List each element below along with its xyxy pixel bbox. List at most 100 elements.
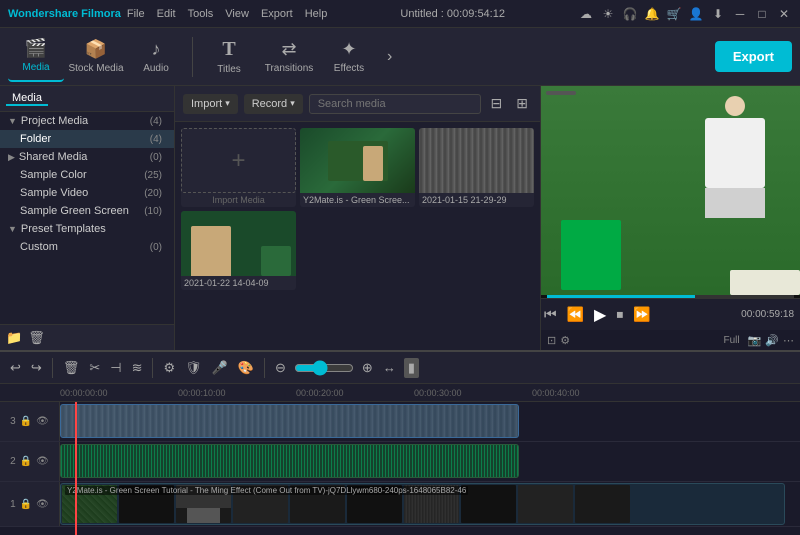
tree-item-custom[interactable]: Custom (0) [0, 238, 174, 256]
tab-effects[interactable]: ✦ Effects [321, 32, 377, 82]
tl-sep-1 [52, 358, 53, 378]
track-lock-2[interactable]: 🔒 [20, 456, 32, 467]
tree-item-sample-color[interactable]: Sample Color (25) [0, 166, 174, 184]
tree-item-sample-green[interactable]: Sample Green Screen (10) [0, 202, 174, 220]
fit-timeline-icon[interactable]: ↔ [381, 358, 398, 377]
track-lock-3[interactable]: 🔒 [20, 416, 32, 427]
media-item-y2mate[interactable]: Y2Mate.is - Green Scree... [300, 128, 415, 207]
track-eye-2[interactable]: 👁 [36, 456, 49, 467]
split-icon[interactable]: ⊣ [108, 358, 123, 378]
delete-folder-icon[interactable]: 🗑 [28, 330, 45, 346]
media-item-import[interactable]: + Import Media [181, 128, 296, 207]
play-button[interactable]: ▶ [591, 303, 609, 327]
menu-file[interactable]: File [127, 8, 145, 20]
tree-item-sample-video[interactable]: Sample Video (20) [0, 184, 174, 202]
media-item-green[interactable]: 2021-01-22 14-04-09 [181, 211, 296, 290]
sun-icon[interactable]: ☀ [600, 6, 616, 22]
preview-screen [541, 86, 800, 295]
menu-help[interactable]: Help [305, 8, 328, 20]
preview-crop-icon[interactable]: ⊡ [547, 334, 556, 347]
tree-item-preset-templates[interactable]: ▼ Preset Templates [0, 220, 174, 238]
export-button[interactable]: Export [715, 41, 792, 72]
menu-edit[interactable]: Edit [157, 8, 176, 20]
menu-bar: File Edit Tools View Export Help [127, 8, 327, 20]
left-panel-header: Media [0, 86, 174, 112]
cut-icon[interactable]: ✂ [87, 358, 102, 378]
ruler-mark-30: 00:00:30:00 [414, 388, 462, 398]
preview-camera-icon[interactable]: 📷 [748, 334, 762, 347]
download-icon[interactable]: ⬇ [710, 6, 726, 22]
maximize-button[interactable]: □ [754, 6, 770, 22]
tab-stock-media[interactable]: 📦 Stock Media [68, 32, 124, 82]
tab-effects-label: Effects [334, 63, 364, 74]
tab-titles[interactable]: T Titles [201, 32, 257, 82]
zoom-out-icon[interactable]: ⊖ [273, 358, 288, 378]
person-icon[interactable]: 👤 [688, 6, 704, 22]
search-input[interactable] [309, 94, 481, 114]
track-eye-3[interactable]: 👁 [36, 416, 49, 427]
tab-transitions[interactable]: ⇄ Transitions [261, 32, 317, 82]
tab-audio[interactable]: ♪ Audio [128, 32, 184, 82]
preview-more-icon[interactable]: ⋯ [783, 334, 794, 347]
preview-speaker-icon[interactable]: 🔊 [765, 334, 779, 347]
zoom-slider[interactable] [294, 360, 354, 376]
preview-options-row: ⊡ ⚙ Full 📷 🔊 ⋯ [541, 330, 800, 350]
undo-icon[interactable]: ↩ [8, 358, 23, 378]
stop-button[interactable]: ⏹ [613, 304, 626, 325]
preview-full-label: Full [723, 335, 739, 346]
more-tabs-button[interactable]: › [381, 48, 398, 66]
media-tree: ▼ Project Media (4) Folder (4) ▶ Shared … [0, 112, 174, 324]
media-thumb-y2mate [300, 128, 415, 193]
mic-icon[interactable]: 🎤 [210, 358, 230, 378]
menu-export[interactable]: Export [261, 8, 293, 20]
import-plus-icon[interactable]: + [181, 128, 296, 193]
track-clip-2-audio[interactable] [60, 444, 519, 478]
effects-icon: ✦ [341, 39, 356, 60]
cloud-icon[interactable]: ☁ [578, 6, 594, 22]
track-content-1[interactable]: Y2Mate.is - Green Screen Tutorial - The … [60, 482, 800, 526]
app-logo: Wondershare Filmora [8, 8, 121, 20]
import-chevron-icon: ▾ [225, 98, 230, 109]
tab-media[interactable]: 🎬 Media [8, 32, 64, 82]
minimize-button[interactable]: ─ [732, 6, 748, 22]
preview-settings-icon[interactable]: ⚙ [560, 334, 570, 347]
color-icon[interactable]: 🎨 [236, 358, 256, 378]
shop-icon[interactable]: 🛒 [666, 6, 682, 22]
skip-forward-icon[interactable]: ⏩ [630, 304, 653, 325]
skip-back-icon[interactable]: ⏮ [541, 304, 560, 325]
media-item-noise[interactable]: 2021-01-15 21-29-29 [419, 128, 534, 207]
step-back-icon[interactable]: ⏪ [564, 304, 587, 325]
import-button[interactable]: Import ▾ [183, 94, 238, 114]
track-header-3: 3 🔒 👁 [0, 402, 60, 441]
track-clip-3[interactable] [60, 404, 519, 438]
track-clip-1-video[interactable]: Y2Mate.is - Green Screen Tutorial - The … [60, 483, 785, 525]
headset-icon[interactable]: 🎧 [622, 6, 638, 22]
record-button[interactable]: Record ▾ [244, 94, 303, 114]
track-lock-1[interactable]: 🔒 [20, 499, 32, 510]
delete-clip-icon[interactable]: 🗑 [61, 358, 82, 378]
tl-sep-2 [152, 358, 153, 378]
filter-icon[interactable]: ⊟ [487, 93, 507, 114]
track-num-3: 3 [10, 416, 16, 427]
track-num-1: 1 [10, 499, 16, 510]
tab-audio-label: Audio [143, 63, 169, 74]
menu-view[interactable]: View [225, 8, 249, 20]
panel-tab-media[interactable]: Media [6, 92, 48, 106]
track-eye-1[interactable]: 👁 [36, 499, 49, 510]
track-content-2[interactable] [60, 442, 800, 481]
audio-detach-icon[interactable]: ≋ [130, 358, 145, 378]
settings-icon[interactable]: ⚙ [161, 358, 177, 378]
tree-item-project-media[interactable]: ▼ Project Media (4) [0, 112, 174, 130]
new-folder-icon[interactable]: 📁 [6, 330, 22, 346]
timeline-more-icon[interactable]: ▮ [404, 358, 419, 378]
close-button[interactable]: ✕ [776, 6, 792, 22]
shield-icon[interactable]: 🛡 [183, 358, 204, 378]
grid-view-icon[interactable]: ⊞ [512, 93, 532, 114]
notification-icon[interactable]: 🔔 [644, 6, 660, 22]
zoom-in-icon[interactable]: ⊕ [360, 358, 375, 378]
track-content-3[interactable] [60, 402, 800, 441]
redo-icon[interactable]: ↪ [29, 358, 44, 378]
menu-tools[interactable]: Tools [188, 8, 214, 20]
tree-item-shared-media[interactable]: ▶ Shared Media (0) [0, 148, 174, 166]
tree-item-folder[interactable]: Folder (4) [0, 130, 174, 148]
